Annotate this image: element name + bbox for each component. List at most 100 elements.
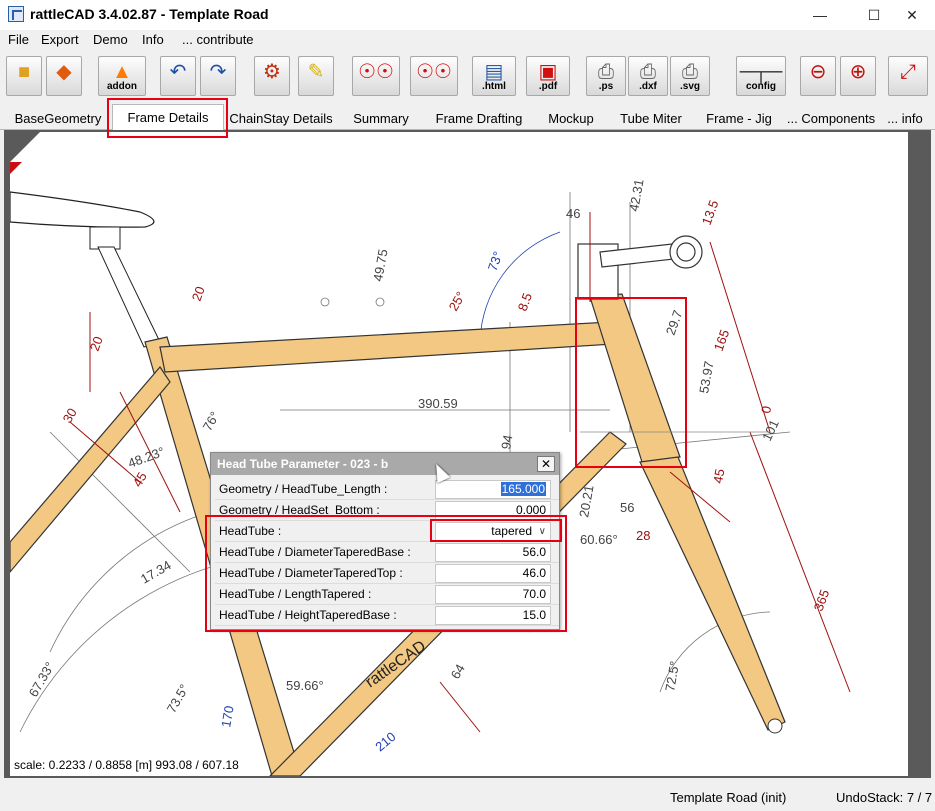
minimize-button[interactable]: — xyxy=(797,0,843,30)
param-row: HeadTube / DiameterTaperedBase : 56.0 xyxy=(215,542,559,563)
dim-210: 210 xyxy=(372,729,398,754)
menu-info[interactable]: Info xyxy=(142,32,164,47)
bike-icon: ☉☉ xyxy=(358,61,394,83)
save-file-button[interactable]: ◆ xyxy=(46,56,82,96)
scale-readout: scale: 0.2233 / 0.8858 [m] 993.08 / 607.… xyxy=(14,758,239,772)
open-file-button[interactable]: ■ xyxy=(6,56,42,96)
dim-0: 0 xyxy=(758,405,774,415)
dim-8-5: 8.5 xyxy=(515,291,535,313)
folder-icon: ■ xyxy=(17,61,31,83)
export-svg-button[interactable]: ⎙ .svg xyxy=(670,56,710,96)
slider-icon: ─┬─ xyxy=(739,61,783,83)
dialog-title-bar[interactable]: Head Tube Parameter - 023 - b ✕ xyxy=(211,453,559,475)
title-bar: rattleCAD 3.4.02.87 - Template Road — ☐ … xyxy=(0,0,935,30)
zoom-in-button[interactable]: ⊕ xyxy=(840,56,876,96)
headtube-length-input[interactable]: 165.000 xyxy=(435,480,551,499)
param-row: Geometry / HeadTube_Length : 165.000 xyxy=(215,479,559,500)
param-label: HeadTube / DiameterTaperedBase : xyxy=(219,545,411,559)
tab-chainstay-details[interactable]: ChainStay Details xyxy=(228,108,334,130)
dim-76deg: 76° xyxy=(200,409,223,434)
param-label: Geometry / HeadTube_Length : xyxy=(219,482,388,496)
headtube-type-select[interactable]: tapered ∨ xyxy=(435,522,551,541)
status-undostack: UndoStack: 7 / 7 xyxy=(836,790,933,805)
app-icon xyxy=(8,6,24,22)
seatpost xyxy=(97,246,161,348)
length-tapered-input[interactable]: 70.0 xyxy=(435,585,551,604)
edit-button[interactable]: ✎ xyxy=(298,56,334,96)
param-label: HeadTube / DiameterTaperedTop : xyxy=(219,566,403,580)
dim-20-top: 20 xyxy=(189,284,208,303)
html-icon: ▤ xyxy=(484,61,504,83)
dim-53-97: 53.97 xyxy=(696,360,716,395)
tab-tube-miter[interactable]: Tube Miter xyxy=(612,108,690,130)
tab-components[interactable]: ... Components xyxy=(784,108,878,130)
status-project: Template Road (init) xyxy=(670,790,787,805)
param-row: HeadTube / LengthTapered : 70.0 xyxy=(215,584,559,605)
status-bar: Template Road (init) UndoStack: 7 / 7 xyxy=(0,782,935,811)
addon-button[interactable]: ▲ addon xyxy=(98,56,146,96)
param-label: HeadTube : xyxy=(219,524,282,538)
dim-45-left: 45 xyxy=(130,469,150,489)
export-dxf-button[interactable]: ⎙ .dxf xyxy=(628,56,668,96)
redo-button[interactable]: ↷ xyxy=(200,56,236,96)
undo-button[interactable]: ↶ xyxy=(160,56,196,96)
reset-button[interactable]: ⚙ xyxy=(254,56,290,96)
diameter-tapered-base-input[interactable]: 56.0 xyxy=(435,543,551,562)
head-tube-parameter-dialog: Head Tube Parameter - 023 - b ✕ Geometry… xyxy=(210,452,560,630)
dim-365: 365 xyxy=(811,588,833,614)
bike-alt-icon: ☉☉ xyxy=(416,61,452,83)
diameter-tapered-top-input[interactable]: 46.0 xyxy=(435,564,551,583)
zoom-in-icon: ⊕ xyxy=(849,61,867,83)
menu-demo[interactable]: Demo xyxy=(93,32,128,47)
maximize-icon: ☐ xyxy=(867,7,881,23)
dim-top-tube: 390.59 xyxy=(418,396,458,411)
bike-view-button[interactable]: ☉☉ xyxy=(352,56,400,96)
tab-mockup[interactable]: Mockup xyxy=(540,108,602,130)
bike-reset-icon: ⚙ xyxy=(263,61,281,83)
param-label: Geometry / HeadSet_Bottom : xyxy=(219,503,380,517)
dialog-close-button[interactable]: ✕ xyxy=(537,456,555,472)
param-row: HeadTube : tapered ∨ xyxy=(215,521,559,542)
menu-file[interactable]: File xyxy=(8,32,29,47)
save-icon: ◆ xyxy=(56,61,72,83)
menu-bar: File Export Demo Info ... contribute xyxy=(0,30,935,50)
dim-48-23: 48.23° xyxy=(126,444,167,471)
fit-view-button[interactable]: ⤢ xyxy=(888,56,928,96)
pdf-icon: ▣ xyxy=(538,61,558,83)
height-tapered-base-input[interactable]: 15.0 xyxy=(435,606,551,625)
headset-bottom-input[interactable]: 0.000 xyxy=(435,501,551,520)
dim-170: 170 xyxy=(218,705,237,729)
dim-59-66: 59.66° xyxy=(286,678,324,693)
tab-summary[interactable]: Summary xyxy=(344,108,418,130)
top-tube xyxy=(159,321,615,373)
bike-view-alt-button[interactable]: ☉☉ xyxy=(410,56,458,96)
chevron-down-icon: ∨ xyxy=(538,526,546,537)
dim-46: 46 xyxy=(566,206,580,221)
fit-screen-icon: ⤢ xyxy=(900,61,916,83)
tab-frame-drafting[interactable]: Frame Drafting xyxy=(428,108,530,130)
export-ps-button[interactable]: ⎙ .ps xyxy=(586,56,626,96)
param-label: HeadTube / LengthTapered : xyxy=(219,587,372,601)
tab-info[interactable]: ... info xyxy=(880,108,930,130)
export-pdf-button[interactable]: ▣ .pdf xyxy=(526,56,570,96)
param-row: Geometry / HeadSet_Bottom : 0.000 xyxy=(215,500,559,521)
tab-frame-jig[interactable]: Frame - Jig xyxy=(700,108,778,130)
dim-28: 28 xyxy=(636,528,650,543)
export-html-button[interactable]: ▤ .html xyxy=(472,56,516,96)
zoom-out-button[interactable]: ⊖ xyxy=(800,56,836,96)
dim-64: 64 xyxy=(448,661,468,681)
tab-basegeometry[interactable]: BaseGeometry xyxy=(8,108,108,130)
param-row: HeadTube / DiameterTaperedTop : 46.0 xyxy=(215,563,559,584)
tab-bar: BaseGeometry Frame Details ChainStay Det… xyxy=(0,104,935,131)
close-icon: ✕ xyxy=(540,457,552,471)
menu-contribute[interactable]: ... contribute xyxy=(182,32,254,47)
param-row: HeadTube / HeightTaperedBase : 15.0 xyxy=(215,605,559,626)
stem-assembly xyxy=(577,235,703,300)
toolbar: ■ ◆ ▲ addon ↶ ↷ ⚙ ✎ ☉☉ ☉☉ ▤ .html ▣ .pdf ⎙.… xyxy=(0,54,935,102)
dim-30: 30 xyxy=(60,405,80,425)
dim-45: 45 xyxy=(710,468,727,485)
menu-export[interactable]: Export xyxy=(41,32,79,47)
config-button[interactable]: ─┬─ config xyxy=(736,56,786,96)
close-button[interactable]: ✕ xyxy=(889,0,935,30)
tab-frame-details[interactable]: Frame Details xyxy=(112,104,224,131)
